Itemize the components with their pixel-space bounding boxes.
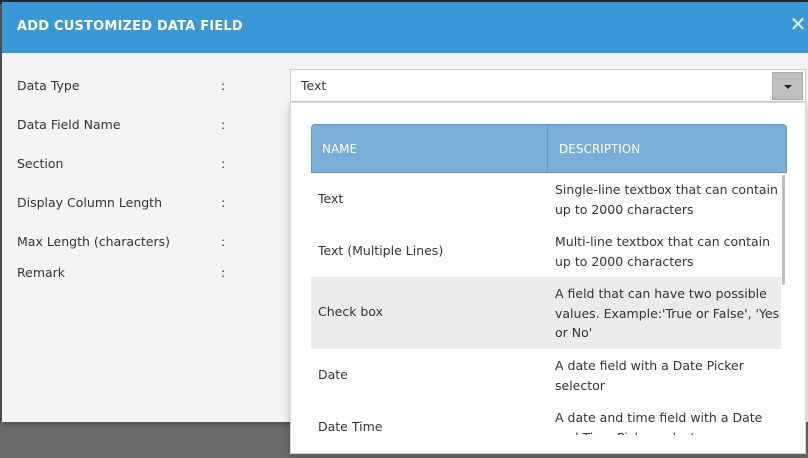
option-name: Text xyxy=(318,191,344,206)
option-name: Date xyxy=(318,367,348,382)
option-name: Check box xyxy=(318,304,384,319)
data-type-dropdown: NAME DESCRIPTION Text Single-line textbo… xyxy=(290,102,806,454)
close-button[interactable]: ✕ xyxy=(788,12,808,36)
label-colon: : xyxy=(221,78,226,93)
data-type-label: Data Type xyxy=(17,78,80,93)
option-description: A date field with a Date Picker selector xyxy=(555,358,744,393)
label-colon: : xyxy=(221,234,226,249)
option-description: A date and time field with a Date and Ti… xyxy=(555,410,763,435)
form-row-section: Section : xyxy=(17,156,277,174)
section-label: Section xyxy=(17,156,64,171)
option-name: Date Time xyxy=(318,419,383,434)
option-description: Multi-line textbox that can contain up t… xyxy=(555,234,771,269)
option-description: A field that can have two possible value… xyxy=(555,286,780,340)
form-row-data-type: Data Type : xyxy=(17,78,277,96)
column-header-name: NAME xyxy=(312,125,548,172)
option-row-text[interactable]: Text Single-line textbox that can contai… xyxy=(311,173,781,225)
form-row-remark: Remark : xyxy=(17,265,277,283)
dropdown-scrollbar[interactable] xyxy=(782,175,785,285)
label-colon: : xyxy=(221,265,226,280)
option-row-date-time[interactable]: Date Time A date and time field with a D… xyxy=(311,401,781,435)
max-length-label: Max Length (characters) xyxy=(17,234,171,249)
column-header-name-label: NAME xyxy=(322,142,358,156)
data-field-name-label: Data Field Name xyxy=(17,117,121,132)
option-description: Single-line textbox that can contain up … xyxy=(555,182,778,217)
dialog-header: ADD CUSTOMIZED DATA FIELD ✕ xyxy=(2,2,808,53)
option-row-text-multiple-lines[interactable]: Text (Multiple Lines) Multi-line textbox… xyxy=(311,225,781,277)
form-row-max-length: Max Length (characters) : xyxy=(17,234,277,252)
dropdown-toggle-button[interactable] xyxy=(772,72,803,100)
label-colon: : xyxy=(221,195,226,210)
display-column-length-label: Display Column Length xyxy=(17,195,163,210)
dialog-title: ADD CUSTOMIZED DATA FIELD xyxy=(17,19,243,34)
column-header-description-label: DESCRIPTION xyxy=(559,142,641,156)
remark-label: Remark xyxy=(17,265,66,280)
option-row-check-box[interactable]: Check box A field that can have two poss… xyxy=(311,277,781,349)
label-colon: : xyxy=(221,156,226,171)
data-type-select[interactable]: Text xyxy=(290,69,806,102)
data-type-selected-value: Text xyxy=(301,78,327,93)
dropdown-table-header: NAME DESCRIPTION xyxy=(311,124,787,173)
option-name: Text (Multiple Lines) xyxy=(318,243,444,258)
chevron-down-icon xyxy=(784,85,792,89)
form-row-display-column-length: Display Column Length : xyxy=(17,195,277,213)
label-colon: : xyxy=(221,117,226,132)
close-icon: ✕ xyxy=(789,12,807,36)
form-row-data-field-name: Data Field Name : xyxy=(17,117,277,135)
option-row-date[interactable]: Date A date field with a Date Picker sel… xyxy=(311,349,781,401)
dropdown-options-list: Text Single-line textbox that can contai… xyxy=(311,173,787,435)
